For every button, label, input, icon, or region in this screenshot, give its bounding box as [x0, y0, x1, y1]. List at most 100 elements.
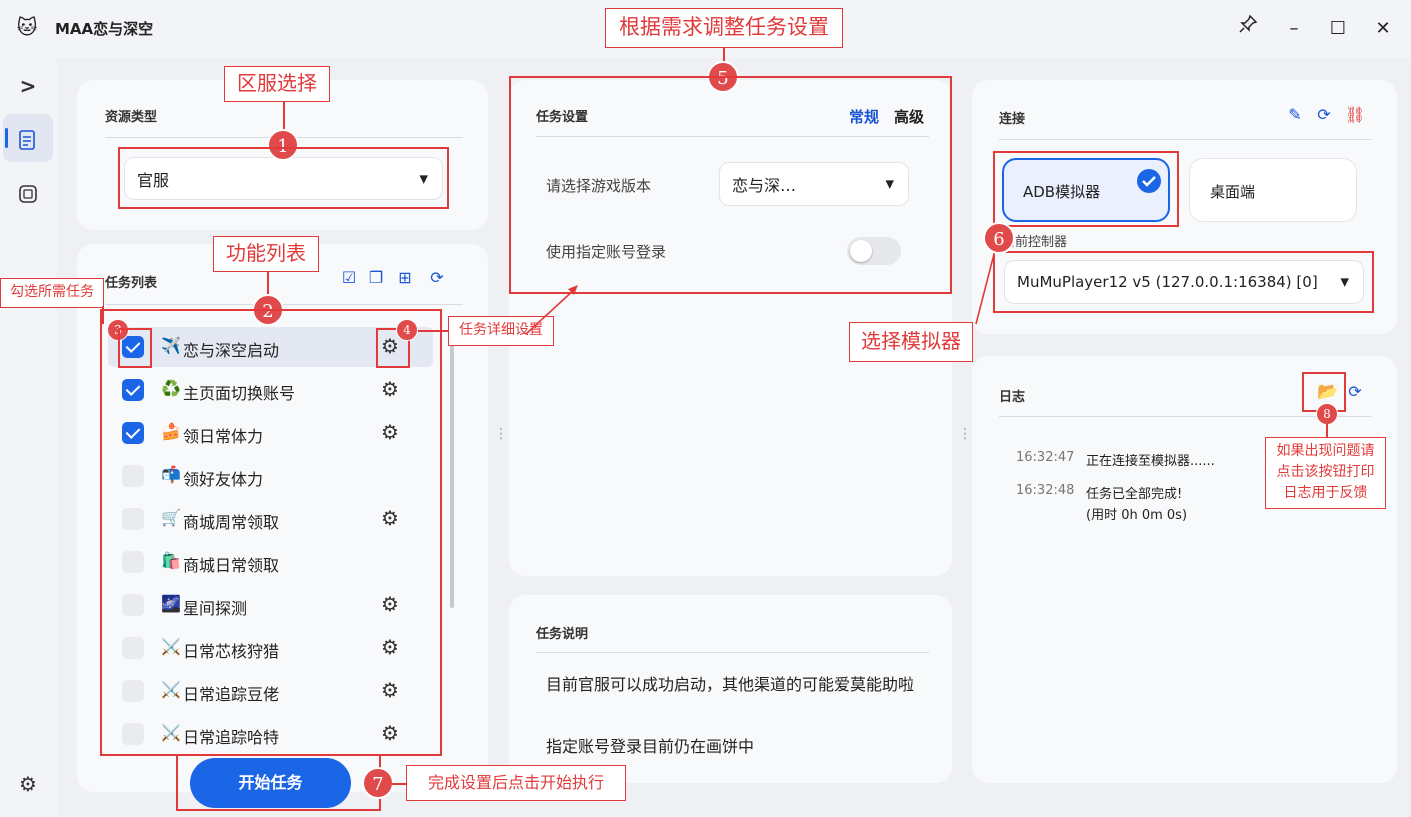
task-row[interactable]: ✈️ 恋与深空启动 ⚙	[108, 327, 433, 367]
tab-advanced[interactable]: 高级	[894, 106, 924, 127]
annotation-line	[1326, 424, 1328, 438]
task-row[interactable]: 📬 领好友体力	[108, 456, 433, 496]
version-label: 请选择游戏版本	[546, 177, 652, 195]
annotation-label: 勾选所需任务	[0, 278, 104, 308]
task-list-title: 任务列表	[105, 276, 158, 291]
task-checkbox[interactable]	[122, 637, 144, 659]
log-message: 任务已全部完成!	[1086, 487, 1183, 502]
task-settings-gear-icon[interactable]: ⚙	[381, 377, 399, 401]
export-log-folder-icon[interactable]: 📂	[1317, 382, 1338, 402]
refresh-icon[interactable]: ⟳	[1345, 382, 1365, 402]
task-settings-gear-icon[interactable]: ⚙	[381, 678, 399, 702]
edit-icon[interactable]: ✎	[1285, 105, 1305, 125]
select-all-icon[interactable]: ☑	[339, 268, 359, 288]
cat-avatar-icon: 🐱	[16, 15, 38, 39]
annotation-badge: 7	[362, 767, 394, 799]
task-label: 领好友体力	[183, 470, 264, 489]
add-task-icon[interactable]: ⊞	[395, 268, 415, 288]
annotation-line	[102, 306, 104, 324]
task-checkbox[interactable]	[122, 680, 144, 702]
annotation-badge: 8	[1316, 403, 1338, 425]
login-toggle[interactable]	[847, 237, 901, 265]
task-checkbox[interactable]	[122, 551, 144, 573]
gear-icon[interactable]: ⚙	[3, 760, 53, 808]
task-list-scrollbar[interactable]	[450, 328, 454, 608]
connection-card: 连接 ✎ ⟳ ⛓ ADB模拟器 桌面端 当前控制器 MuMuPlayer12 v…	[972, 80, 1397, 334]
desktop-label: 桌面端	[1210, 183, 1256, 201]
drag-handle-right[interactable]: ⋮	[958, 427, 972, 441]
annotation-badge: 2	[252, 294, 284, 326]
annotation-badge: 5	[707, 61, 739, 93]
task-checkbox[interactable]	[122, 422, 144, 444]
annotation-line	[975, 253, 995, 325]
annotation-label: 完成设置后点击开始执行	[406, 765, 626, 801]
version-select[interactable]: 恋与深… ▼	[719, 162, 909, 206]
minimize-button[interactable]: –	[1279, 14, 1309, 44]
task-icon: 🌌	[161, 594, 181, 613]
annotation-label: 选择模拟器	[849, 322, 973, 362]
main-area: 资源类型 官服 ▼ 任务列表 ☑ ❐ ⊞ ⟳ 开始任务 ⋮ ⋮ 任务设置 常规 …	[57, 58, 1411, 817]
maximize-button[interactable]: ☐	[1323, 14, 1353, 44]
task-label: 日常追踪豆佬	[183, 685, 280, 704]
task-checkbox[interactable]	[122, 508, 144, 530]
task-icon: ⚔️	[161, 637, 181, 656]
drag-handle-left[interactable]: ⋮	[494, 427, 508, 441]
copy-icon[interactable]: ❐	[366, 268, 386, 288]
task-checkbox[interactable]	[122, 465, 144, 487]
annotation-arrow	[525, 285, 578, 335]
expand-nav-button[interactable]: >	[3, 62, 53, 110]
connection-title: 连接	[999, 112, 1026, 127]
task-row[interactable]: 🍰 领日常体力 ⚙	[108, 413, 433, 453]
task-settings-gear-icon[interactable]: ⚙	[381, 721, 399, 745]
adb-emulator-option[interactable]: ADB模拟器	[1002, 158, 1170, 222]
task-row[interactable]: ⚔️ 日常芯核狩猎 ⚙	[108, 628, 433, 668]
screenshot-frame-icon[interactable]	[3, 168, 53, 216]
server-select[interactable]: 官服 ▼	[124, 157, 443, 200]
task-row[interactable]: 🌌 星间探测 ⚙	[108, 585, 433, 625]
divider	[999, 139, 1372, 140]
annotation-badge: 1	[267, 129, 299, 161]
task-settings-gear-icon[interactable]: ⚙	[381, 592, 399, 616]
controller-select[interactable]: MuMuPlayer12 v5 (127.0.0.1:16384) [0] ▼	[1004, 260, 1364, 304]
start-task-button[interactable]: 开始任务	[190, 758, 351, 808]
task-checkbox[interactable]	[122, 379, 144, 401]
annotation-label: 功能列表	[213, 236, 319, 272]
task-checkbox[interactable]	[122, 723, 144, 745]
version-select-value: 恋与深…	[732, 176, 797, 195]
task-label: 商城日常领取	[183, 556, 280, 575]
divider	[536, 136, 929, 137]
divider	[536, 652, 929, 653]
task-settings-gear-icon[interactable]: ⚙	[381, 420, 399, 444]
close-button[interactable]: ✕	[1368, 14, 1398, 44]
task-row[interactable]: ♻️ 主页面切换账号 ⚙	[108, 370, 433, 410]
pin-icon[interactable]	[1233, 14, 1263, 44]
controller-select-value: MuMuPlayer12 v5 (127.0.0.1:16384) [0]	[1017, 273, 1318, 291]
annotation-badge: 3	[107, 319, 129, 341]
task-checkbox[interactable]	[122, 336, 144, 358]
task-checkbox[interactable]	[122, 594, 144, 616]
task-row[interactable]: 🛒 商城周常领取 ⚙	[108, 499, 433, 539]
task-row[interactable]: ⚔️ 日常追踪哈特 ⚙	[108, 714, 433, 754]
task-row[interactable]: 🛍️ 商城日常领取	[108, 542, 433, 582]
task-list-icon[interactable]	[3, 114, 53, 162]
disconnect-link-icon[interactable]: ⛓	[1345, 105, 1365, 125]
task-settings-gear-icon[interactable]: ⚙	[381, 506, 399, 530]
task-settings-gear-icon[interactable]: ⚙	[381, 334, 399, 358]
adb-emulator-label: ADB模拟器	[1023, 183, 1101, 201]
task-label: 日常芯核狩猎	[183, 642, 280, 661]
app-title: MAA恋与深空	[55, 20, 154, 38]
desktop-option[interactable]: 桌面端	[1189, 158, 1357, 222]
task-label: 日常追踪哈特	[183, 728, 280, 747]
task-settings-gear-icon[interactable]: ⚙	[381, 635, 399, 659]
annotation-text-line: 如果出现问题请	[1276, 443, 1375, 459]
divider	[105, 304, 463, 305]
refresh-icon[interactable]: ⟳	[1314, 105, 1334, 125]
task-row[interactable]: ⚔️ 日常追踪豆佬 ⚙	[108, 671, 433, 711]
annotation-label: 区服选择	[224, 66, 330, 102]
annotation-label: 根据需求调整任务设置	[605, 8, 843, 48]
refresh-icon[interactable]: ⟳	[427, 268, 447, 288]
tab-normal[interactable]: 常规	[849, 106, 879, 127]
chevron-down-icon: ▼	[419, 172, 428, 185]
annotation-text-line: 点击该按钮打印	[1276, 464, 1375, 480]
task-label: 恋与深空启动	[183, 341, 280, 360]
